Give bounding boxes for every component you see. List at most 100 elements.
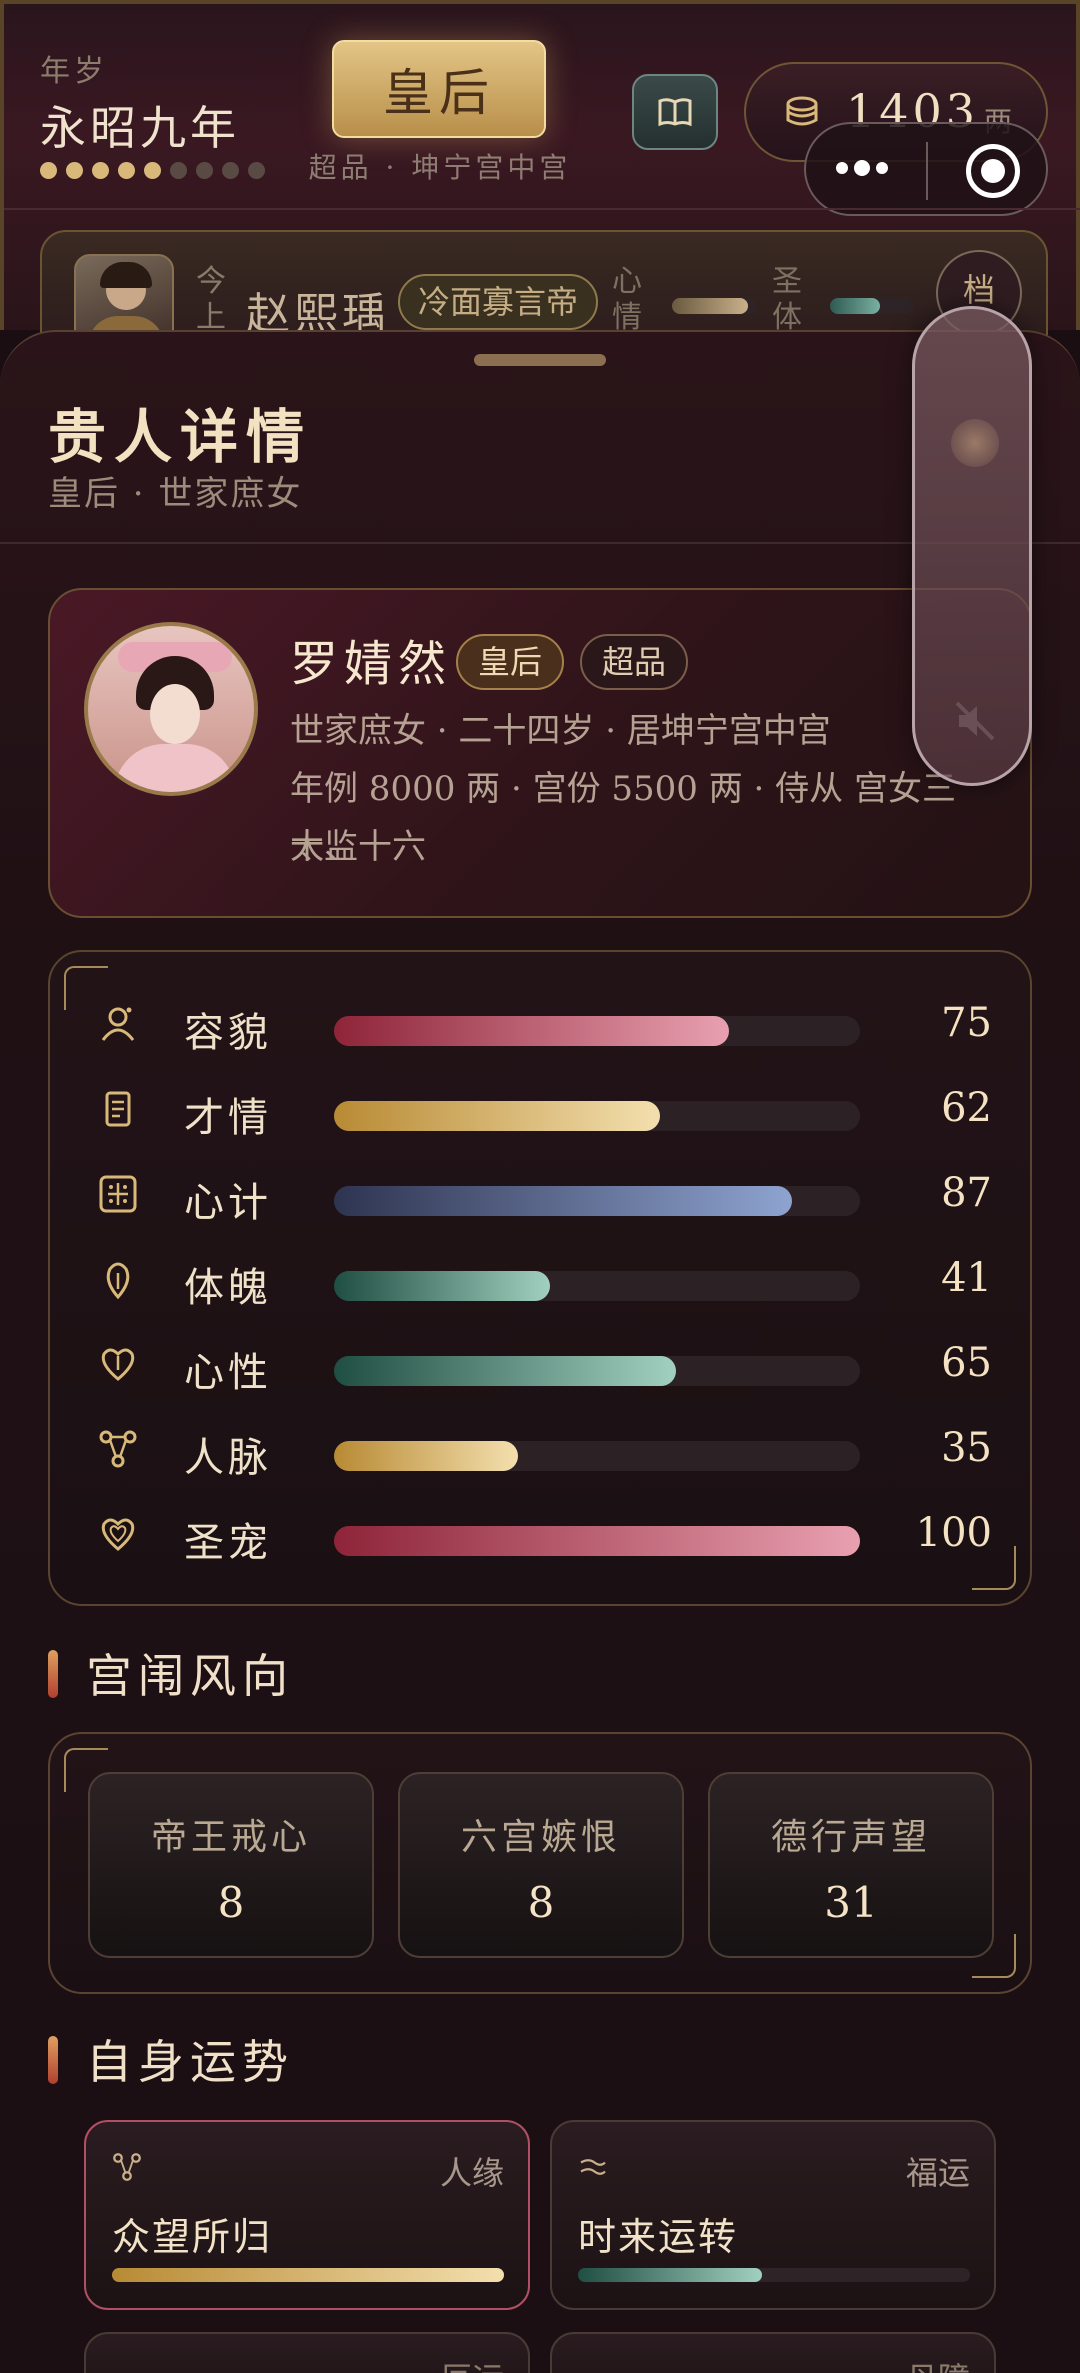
stat-value: 41 <box>941 1255 992 1301</box>
progress-dot <box>196 162 213 179</box>
fortune-category: 人缘 <box>439 2154 504 2192</box>
mood-label: 心情 <box>612 264 642 335</box>
sheet-grabber[interactable] <box>474 354 606 366</box>
emperor-trait-badge: 冷面寡言帝 <box>398 274 599 330</box>
rumor-harem-jealousy[interactable]: 六宫嫉恨 8 <box>398 1772 684 1958</box>
health-bar-fill <box>830 298 881 314</box>
rank-badge-pill: 皇后 <box>456 634 565 690</box>
capsule-divider <box>926 142 928 200</box>
sheet-subtitle: 皇后 · 世家庶女 <box>48 474 303 514</box>
stat-bar <box>334 1101 860 1131</box>
rank-badge[interactable]: 皇后 <box>332 40 546 138</box>
progress-dot <box>118 162 135 179</box>
stat-row-scheming: 心计 87 <box>50 1154 1034 1240</box>
sheet-title: 贵人详情 <box>48 403 313 471</box>
book-button[interactable] <box>632 74 718 150</box>
mood-bar <box>672 298 756 314</box>
stat-row-temperament: 心性 65 <box>50 1324 1034 1410</box>
rumor-value: 8 <box>527 1878 555 1927</box>
fortune-bar-fill <box>578 2268 763 2282</box>
stat-value: 35 <box>941 1425 992 1471</box>
leaf-icon <box>98 1259 138 1299</box>
section-title-rumors: 宫闱风向 <box>48 1640 294 1706</box>
stat-bar <box>334 1016 860 1046</box>
section-marker <box>48 1650 58 1698</box>
stat-value: 87 <box>941 1170 992 1216</box>
rumors-card: 帝王戒心 8 六宫嫉恨 8 德行声望 31 <box>48 1732 1032 1994</box>
stat-bar-fill <box>334 1186 792 1216</box>
fortune-category: 厄运 <box>440 2354 504 2373</box>
wind-icon <box>580 2159 606 2175</box>
year-label: 年岁 <box>40 54 108 89</box>
health-label: 圣体 <box>772 264 802 335</box>
health-bar <box>830 298 914 314</box>
consort-portrait <box>84 622 258 796</box>
coin-stack-icon <box>786 96 818 126</box>
section-title-text: 自身运势 <box>86 2035 294 2089</box>
stat-bar <box>334 1186 860 1216</box>
stat-bar <box>334 1441 860 1471</box>
fortune-card-luck[interactable]: 福运 时来运转 <box>550 2120 996 2310</box>
stat-value: 75 <box>941 1000 992 1046</box>
profile-line-servants: 太监十六 <box>290 827 426 867</box>
attributes-card: 容貌 75 才情 62 心计 87 体魄 41 心性 65 人脉 35 圣宠 1… <box>48 950 1032 1606</box>
stat-row-appearance: 容貌 75 <box>50 984 1034 1070</box>
stat-bar-fill <box>334 1526 860 1556</box>
profile-card: 罗婧然 皇后 超品 世家庶女 · 二十四岁 · 居坤宁宫中宫 年例 8000 两… <box>48 588 1032 918</box>
year-progress-dots <box>40 162 265 179</box>
stat-bar-fill <box>334 1101 661 1131</box>
stat-bar <box>334 1271 860 1301</box>
header-divider <box>4 208 1080 210</box>
rumor-value: 31 <box>824 1878 878 1927</box>
network-icon <box>113 2153 141 2181</box>
top-status-bar: 年岁 永昭九年 皇后 超品 · 坤宁宫中宫 1403 两 <box>0 0 1080 360</box>
rumor-emperor-suspicion[interactable]: 帝王戒心 8 <box>88 1772 374 1958</box>
grade-badge-pill: 超品 <box>580 634 689 690</box>
heart-icon <box>98 1344 138 1384</box>
fortune-card-peek[interactable]: 厄运 <box>84 2332 530 2373</box>
section-title-fortune: 自身运势 <box>48 2026 294 2092</box>
pill-glow <box>951 419 999 467</box>
stat-row-favor: 圣宠 100 <box>50 1494 1034 1580</box>
rumor-label: 帝王戒心 <box>150 1817 311 1858</box>
miniprogram-capsule <box>804 122 1048 216</box>
fortune-title: 时来运转 <box>578 2215 739 2259</box>
stat-bar-fill <box>334 1356 676 1386</box>
progress-dot <box>66 162 83 179</box>
scroll-icon <box>98 1089 138 1129</box>
fortune-bar <box>578 2268 970 2282</box>
stat-bar-fill <box>334 1441 519 1471</box>
progress-dot <box>92 162 109 179</box>
person-icon <box>98 1004 138 1044</box>
fortune-card-peek[interactable]: 丹障 <box>550 2332 996 2373</box>
progress-dot <box>248 162 265 179</box>
year-value: 永昭九年 <box>40 101 240 155</box>
progress-dot <box>144 162 161 179</box>
stat-row-connections: 人脉 35 <box>50 1409 1034 1495</box>
stat-value: 65 <box>941 1340 992 1386</box>
abacus-icon <box>98 1174 138 1214</box>
stat-label: 心计 <box>184 1180 272 1226</box>
progress-dot <box>222 162 239 179</box>
mute-speaker-icon[interactable] <box>953 699 997 743</box>
more-icon[interactable] <box>836 160 888 176</box>
stat-bar <box>334 1526 860 1556</box>
section-title-text: 宫闱风向 <box>86 1649 294 1703</box>
stat-label: 体魄 <box>184 1265 272 1311</box>
stat-bar-fill <box>334 1016 729 1046</box>
rumor-label: 六宫嫉恨 <box>460 1817 621 1858</box>
rumor-virtue-reputation[interactable]: 德行声望 31 <box>708 1772 994 1958</box>
stat-row-talent: 才情 62 <box>50 1069 1034 1155</box>
profile-line-origin: 世家庶女 · 二十四岁 · 居坤宁宫中宫 <box>290 711 831 751</box>
floating-audio-pill[interactable] <box>912 306 1032 786</box>
stat-label: 心性 <box>184 1350 272 1396</box>
stat-value: 100 <box>915 1510 992 1556</box>
consort-name: 罗婧然 <box>290 636 453 692</box>
close-target-icon[interactable] <box>966 144 1020 198</box>
fortune-category: 丹障 <box>906 2354 970 2373</box>
fortune-card-popularity[interactable]: 人缘 众望所归 <box>84 2120 530 2310</box>
stat-value: 62 <box>941 1085 992 1131</box>
emperor-tag: 今上 <box>196 264 226 335</box>
fortune-bar-fill <box>112 2268 504 2282</box>
network-icon <box>98 1429 138 1469</box>
